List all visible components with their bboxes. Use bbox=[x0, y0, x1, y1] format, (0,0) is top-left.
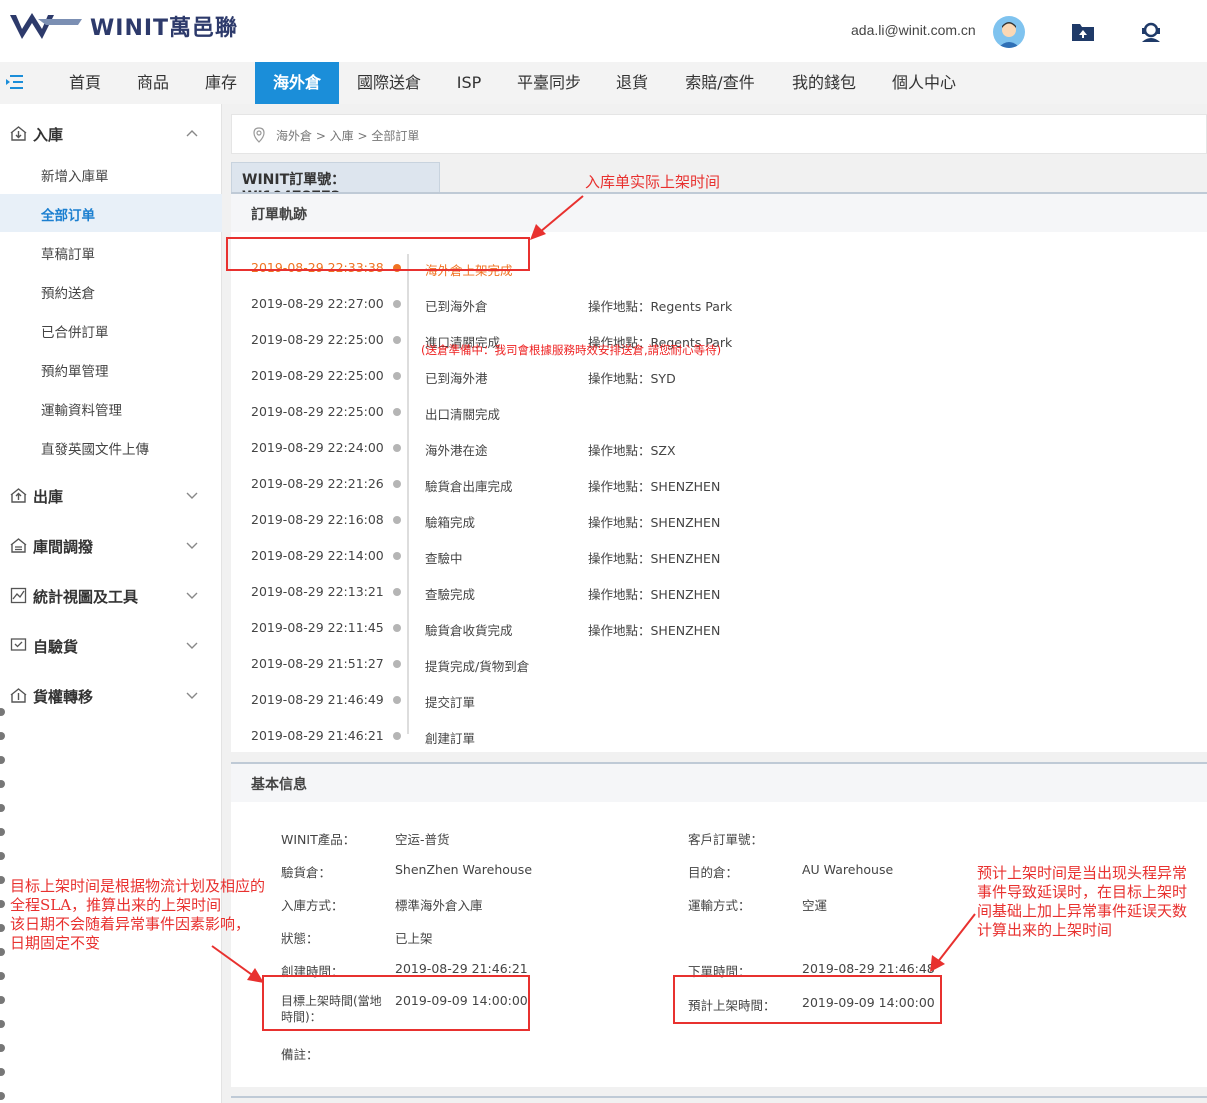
annotation-arrows bbox=[211, 195, 976, 983]
